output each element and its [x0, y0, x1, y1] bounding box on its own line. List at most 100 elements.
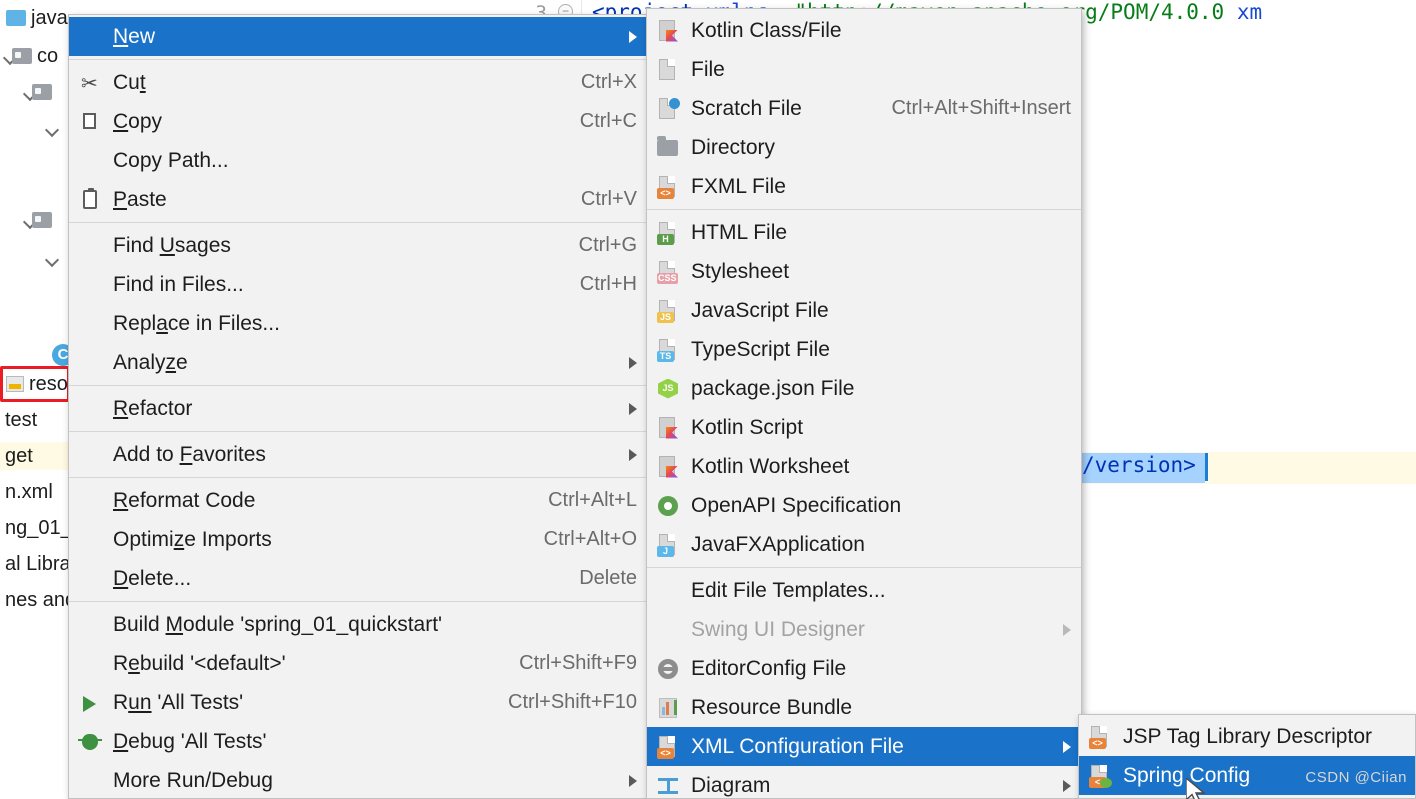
- tree-item-target[interactable]: get: [0, 442, 68, 470]
- menu-item-build-module[interactable]: Build Module 'spring_01_quickstart': [69, 605, 647, 644]
- tree-item-level3[interactable]: [0, 114, 68, 142]
- menu-item-label: EditorConfig File: [691, 656, 847, 680]
- menu-item-cut[interactable]: ✂ Cut Ctrl+X: [69, 63, 647, 102]
- empty-icon: [77, 311, 103, 337]
- menu-item-label: TypeScript File: [691, 337, 830, 361]
- tree-item-test[interactable]: test: [0, 406, 68, 434]
- menu-item-refactor[interactable]: Refactor: [69, 389, 647, 428]
- chevron-right-icon: [629, 402, 637, 415]
- menu-item-label: Kotlin Class/File: [691, 18, 842, 42]
- tree-item-resources[interactable]: resou: [0, 370, 68, 398]
- js-file-icon: JS: [655, 298, 681, 324]
- folder-gray-icon: [32, 84, 52, 100]
- menu-item-label: New: [113, 24, 156, 48]
- menu-item-label: Find Usages: [113, 233, 231, 257]
- tree-item-external-libraries[interactable]: al Libra: [0, 550, 68, 578]
- menu-item-rebuild[interactable]: Rebuild '<default>' Ctrl+Shift+F9: [69, 644, 647, 683]
- menu-item-analyze[interactable]: Analyze: [69, 343, 647, 382]
- menu-item-copy[interactable]: Copy Ctrl+C: [69, 102, 647, 141]
- menu-item-editorconfig-file[interactable]: EditorConfig File: [647, 649, 1081, 688]
- menu-item-kotlin-script[interactable]: Kotlin Script: [647, 408, 1081, 447]
- chevron-right-icon: [629, 30, 637, 43]
- menu-item-edit-file-templates[interactable]: Edit File Templates...: [647, 571, 1081, 610]
- new-submenu[interactable]: Kotlin Class/File File Scratch File Ctrl…: [646, 8, 1082, 799]
- jsp-tld-icon: <>: [1087, 724, 1113, 750]
- menu-item-accel: Ctrl+Alt+Shift+Insert: [891, 97, 1071, 119]
- menu-item-kotlin-class-file[interactable]: Kotlin Class/File: [647, 11, 1081, 50]
- javafx-file-icon: J: [655, 532, 681, 558]
- menu-item-fxml-file[interactable]: <> FXML File: [647, 167, 1081, 206]
- menu-separator: [69, 477, 647, 478]
- tree-item-label: get: [5, 444, 33, 467]
- menu-item-jsp-tag-library-descriptor[interactable]: <> JSP Tag Library Descriptor: [1079, 717, 1415, 756]
- menu-item-resource-bundle[interactable]: Resource Bundle: [647, 688, 1081, 727]
- menu-item-label: Reformat Code: [113, 488, 256, 512]
- menu-item-reformat-code[interactable]: Reformat Code Ctrl+Alt+L: [69, 481, 647, 520]
- kotlin-worksheet-icon: [655, 454, 681, 480]
- menu-item-label: Resource Bundle: [691, 695, 853, 719]
- menu-item-html-file[interactable]: H HTML File: [647, 213, 1081, 252]
- folder-blue-icon: [6, 10, 26, 26]
- menu-item-file[interactable]: File: [647, 50, 1081, 89]
- menu-item-stylesheet[interactable]: CSS Stylesheet: [647, 252, 1081, 291]
- chevron-down-icon[interactable]: [44, 120, 60, 136]
- menu-item-find-usages[interactable]: Find Usages Ctrl+G: [69, 226, 647, 265]
- menu-item-xml-configuration-file[interactable]: <> XML Configuration File: [647, 727, 1081, 766]
- menu-item-diagram[interactable]: Diagram: [647, 766, 1081, 799]
- menu-item-delete[interactable]: Delete... Delete: [69, 559, 647, 598]
- menu-item-find-in-files[interactable]: Find in Files... Ctrl+H: [69, 265, 647, 304]
- empty-icon: [77, 651, 103, 677]
- menu-item-paste[interactable]: Paste Ctrl+V: [69, 180, 647, 219]
- empty-icon: [77, 612, 103, 638]
- tree-item-co[interactable]: co: [0, 42, 68, 70]
- menu-item-label: Find in Files...: [113, 272, 244, 296]
- project-tree-panel[interactable]: java co C resou test get: [0, 0, 68, 799]
- chevron-right-icon: [629, 356, 637, 369]
- menu-item-label: Kotlin Worksheet: [691, 454, 850, 478]
- menu-item-label: Diagram: [691, 773, 771, 797]
- empty-icon: [77, 768, 103, 794]
- menu-item-javafx-application[interactable]: J JavaFXApplication: [647, 525, 1081, 564]
- kotlin-file-icon: [655, 18, 681, 44]
- menu-item-label: Edit File Templates...: [691, 578, 886, 602]
- menu-item-package-json-file[interactable]: package.json File: [647, 369, 1081, 408]
- menu-item-openapi-specification[interactable]: OpenAPI Specification: [647, 486, 1081, 525]
- menu-item-kotlin-worksheet[interactable]: Kotlin Worksheet: [647, 447, 1081, 486]
- empty-icon: [77, 350, 103, 376]
- chevron-down-icon[interactable]: [44, 250, 60, 266]
- xml-configuration-file-submenu[interactable]: <> JSP Tag Library Descriptor < Spring C…: [1078, 714, 1416, 799]
- menu-item-replace-in-files[interactable]: Replace in Files...: [69, 304, 647, 343]
- tree-item-level3b[interactable]: [0, 244, 68, 272]
- menu-item-label: Rebuild '<default>': [113, 651, 286, 675]
- tree-item-pom-xml[interactable]: n.xml: [0, 478, 68, 506]
- menu-item-label: XML Configuration File: [691, 734, 904, 758]
- tree-item-level2[interactable]: [0, 78, 68, 106]
- menu-item-optimize-imports[interactable]: Optimize Imports Ctrl+Alt+O: [69, 520, 647, 559]
- menu-separator: [69, 222, 647, 223]
- tree-item-scratches[interactable]: nes and: [0, 586, 68, 614]
- menu-item-scratch-file[interactable]: Scratch File Ctrl+Alt+Shift+Insert: [647, 89, 1081, 128]
- empty-icon: [77, 396, 103, 422]
- chevron-right-icon: [1063, 740, 1071, 753]
- menu-item-javascript-file[interactable]: JS JavaScript File: [647, 291, 1081, 330]
- menu-item-label: More Run/Debug: [113, 768, 273, 792]
- menu-item-new[interactable]: New: [69, 17, 647, 56]
- text-caret: [1205, 453, 1208, 481]
- tree-item-module[interactable]: ng_01_: [0, 514, 68, 542]
- menu-item-directory[interactable]: Directory: [647, 128, 1081, 167]
- menu-item-more-run-debug[interactable]: More Run/Debug: [69, 761, 647, 799]
- resources-folder-icon: [6, 376, 24, 392]
- menu-item-accel: Delete: [579, 567, 637, 589]
- menu-item-run-all-tests[interactable]: Run 'All Tests' Ctrl+Shift+F10: [69, 683, 647, 722]
- menu-item-label: Debug 'All Tests': [113, 729, 267, 753]
- project-context-menu[interactable]: New ✂ Cut Ctrl+X Copy Ctrl+C Copy Path..…: [68, 14, 648, 799]
- menu-item-label: Kotlin Script: [691, 415, 804, 439]
- menu-item-debug-all-tests[interactable]: Debug 'All Tests': [69, 722, 647, 761]
- menu-item-typescript-file[interactable]: TS TypeScript File: [647, 330, 1081, 369]
- menu-item-copy-path[interactable]: Copy Path...: [69, 141, 647, 180]
- tree-item-level2b[interactable]: [0, 206, 68, 234]
- tree-item-java[interactable]: java: [0, 4, 68, 32]
- menu-item-add-to-favorites[interactable]: Add to Favorites: [69, 435, 647, 474]
- menu-item-label: Optimize Imports: [113, 527, 272, 551]
- openapi-icon: [655, 493, 681, 519]
